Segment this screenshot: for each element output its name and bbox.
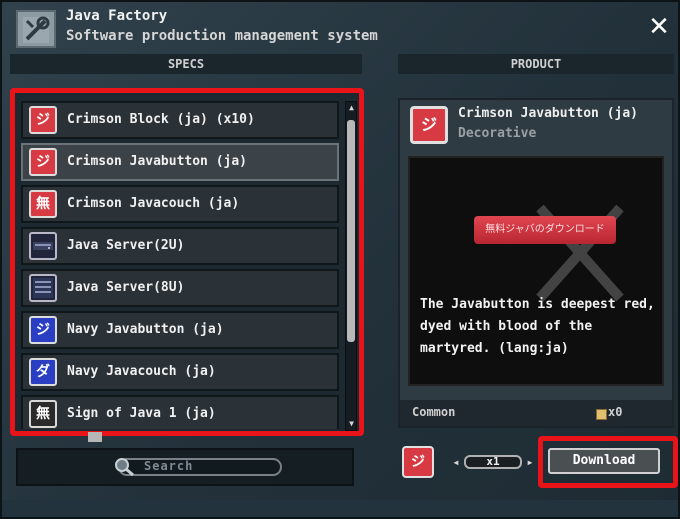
scroll-down-icon[interactable]: ▼ bbox=[347, 420, 356, 428]
window-footer bbox=[2, 500, 678, 517]
search-input[interactable] bbox=[118, 458, 282, 476]
pixel-currency-icon bbox=[596, 409, 607, 420]
window-subtitle: Software production management system bbox=[66, 28, 378, 44]
product-preview: 無料ジャバのダウンロード The Javabutton is deepest r… bbox=[408, 156, 664, 386]
search-icon bbox=[114, 457, 136, 481]
list-item-label: Java Server(2U) bbox=[67, 238, 185, 253]
specs-header: SPECS bbox=[10, 54, 362, 74]
list-item[interactable]: ジ Crimson Javabutton (ja) bbox=[21, 143, 339, 181]
scroll-up-icon[interactable]: ▲ bbox=[347, 104, 356, 112]
download-button[interactable]: Download bbox=[548, 448, 660, 474]
wrench-icon bbox=[16, 10, 56, 48]
specs-list: ジ Crimson Block (ja) (x10) ジ Crimson Jav… bbox=[21, 101, 339, 429]
list-item[interactable]: Java Server(2U) bbox=[21, 227, 339, 265]
list-item-label: Sign of Java 1 (ja) bbox=[67, 406, 216, 421]
search-area: Search bbox=[16, 448, 354, 486]
list-item-label: Crimson Javacouch (ja) bbox=[67, 196, 240, 211]
specs-scrollbar[interactable]: ▲ ▼ bbox=[345, 101, 357, 431]
list-item[interactable]: ジ Crimson Block (ja) (x10) bbox=[21, 101, 339, 139]
product-name: Crimson Javabutton (ja) bbox=[458, 106, 639, 121]
list-item-label: Navy Javacouch (ja) bbox=[67, 364, 216, 379]
list-item[interactable]: 無 Sign of Java 1 (ja) bbox=[21, 395, 339, 429]
list-item[interactable]: ジ Navy Javabutton (ja) bbox=[21, 311, 339, 349]
crossed-tools-icon bbox=[536, 204, 624, 302]
list-item[interactable]: ダ Navy Javacouch (ja) bbox=[21, 353, 339, 391]
crimson-javabutton-icon: ジ bbox=[29, 148, 57, 176]
crimson-block-icon: ジ bbox=[29, 106, 57, 134]
product-header: PRODUCT bbox=[398, 54, 674, 74]
increase-quantity-icon[interactable]: ▸ bbox=[524, 455, 536, 469]
list-item-label: Crimson Block (ja) (x10) bbox=[67, 112, 255, 127]
java-factory-window: Java Factory Software production managem… bbox=[0, 0, 680, 519]
list-item[interactable]: 無 Crimson Javacouch (ja) bbox=[21, 185, 339, 223]
title-bar: Java Factory Software production managem… bbox=[2, 2, 678, 52]
navy-javacouch-icon: ダ bbox=[29, 358, 57, 386]
server-8u-icon bbox=[29, 274, 57, 302]
navy-javabutton-icon: ジ bbox=[29, 316, 57, 344]
product-icon: ジ bbox=[410, 106, 448, 144]
product-type: Decorative bbox=[458, 126, 537, 141]
sign-icon: 無 bbox=[29, 400, 57, 428]
scroll-thumb[interactable] bbox=[347, 120, 355, 342]
list-item-label: Java Server(8U) bbox=[67, 280, 185, 295]
server-2u-icon bbox=[29, 232, 57, 260]
quantity-controls: ジ ◂ x1 ▸ bbox=[398, 442, 538, 482]
list-item-label: Navy Javabutton (ja) bbox=[67, 322, 224, 337]
crimson-javacouch-icon: 無 bbox=[29, 190, 57, 218]
resize-handle[interactable] bbox=[88, 432, 102, 442]
quantity-field[interactable]: x1 bbox=[464, 455, 522, 469]
list-item[interactable]: Java Server(8U) bbox=[21, 269, 339, 307]
specs-list-panel: ジ Crimson Block (ja) (x10) ジ Crimson Jav… bbox=[10, 88, 364, 436]
search-placeholder: Search bbox=[144, 459, 194, 473]
free-java-download-button[interactable]: 無料ジャバのダウンロード bbox=[474, 216, 616, 244]
selected-item-icon: ジ bbox=[402, 446, 434, 478]
rarity-label: Common bbox=[412, 405, 456, 419]
cost-value: x0 bbox=[608, 405, 623, 419]
decrease-quantity-icon[interactable]: ◂ bbox=[450, 455, 462, 469]
rarity-bar: Common x0 bbox=[400, 400, 672, 426]
window-title: Java Factory bbox=[66, 8, 168, 24]
product-panel: ジ Crimson Javabutton (ja) Decorative 無料ジ… bbox=[398, 98, 674, 428]
list-item-label: Crimson Javabutton (ja) bbox=[67, 154, 248, 169]
close-icon[interactable]: ✕ bbox=[646, 14, 672, 40]
product-description: The Javabutton is deepest red, dyed with… bbox=[420, 297, 655, 356]
